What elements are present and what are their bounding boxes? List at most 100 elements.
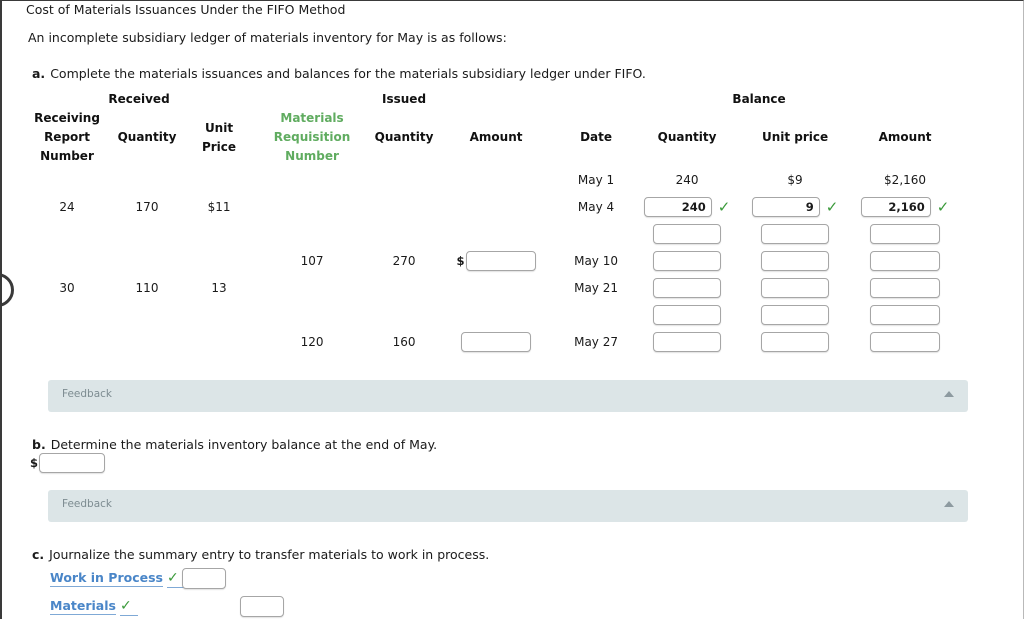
- issued-amount-cell: [448, 301, 544, 328]
- feedback-panel-b[interactable]: Feedback: [48, 490, 968, 522]
- balance-unit-price-input-2[interactable]: [761, 223, 830, 244]
- balance-unit-price-input-4[interactable]: [761, 277, 830, 298]
- col-balance-unit-price: Unit price: [761, 130, 829, 144]
- gap-cell: [544, 247, 558, 274]
- balance-amount-input-4[interactable]: [870, 277, 941, 298]
- col-balance-amount: Amount: [878, 130, 932, 144]
- input-wrap: [761, 223, 830, 244]
- feedback-panel-a[interactable]: Feedback: [48, 380, 968, 412]
- issued-quantity: [360, 166, 448, 193]
- received-quantity: [106, 328, 188, 355]
- check-icon: ✓: [717, 197, 731, 216]
- received-unit-price: $11: [207, 199, 231, 214]
- input-wrap: ✓: [860, 196, 949, 217]
- triangle-up-icon[interactable]: [944, 391, 954, 397]
- materials-ledger-table: Received Issued Balance Receiving Report…: [28, 89, 960, 355]
- col-received-unit-price: Unit Price: [201, 120, 237, 154]
- issued-amount-cell: [448, 274, 544, 301]
- balance-unit-price-cell: [740, 301, 850, 328]
- input-wrap: [870, 250, 941, 271]
- balance-unit-price-cell: [740, 220, 850, 247]
- account-link-work-in-process[interactable]: Work in Process: [50, 570, 163, 587]
- feedback-label: Feedback: [62, 388, 113, 400]
- received-quantity: 170: [135, 199, 159, 214]
- balance-amount-cell: [850, 274, 960, 301]
- balance-quantity-cell: [634, 274, 740, 301]
- balance-quantity-input-2[interactable]: [653, 223, 722, 244]
- issued-amount-input-6[interactable]: [461, 331, 532, 352]
- table-row: 120 160 May 27: [28, 328, 960, 355]
- balance-date: May 1: [577, 172, 615, 187]
- group-header-received: Received: [108, 92, 170, 106]
- balance-amount-input-3[interactable]: [870, 250, 941, 271]
- inventory-balance-answer: $: [30, 453, 106, 473]
- gap-cell: [250, 328, 264, 355]
- balance-amount-input-6[interactable]: [870, 331, 941, 352]
- balance-amount-cell: [850, 247, 960, 274]
- input-wrap: ✓: [751, 196, 839, 217]
- issued-amount-input-3[interactable]: [465, 250, 536, 271]
- received-report-number: 30: [59, 280, 75, 295]
- triangle-up-icon[interactable]: [944, 501, 954, 507]
- balance-unit-price-cell: [740, 247, 850, 274]
- gap-cell: [544, 193, 558, 220]
- col-balance-quantity: Quantity: [657, 130, 717, 144]
- check-icon: ✓: [119, 598, 138, 616]
- input-wrap: [870, 331, 941, 352]
- issued-amount-cell: [448, 193, 544, 220]
- balance-quantity-input-5[interactable]: [653, 304, 722, 325]
- received-unit-price: [188, 220, 250, 247]
- balance-date: May 10: [574, 253, 618, 268]
- input-wrap: [761, 331, 830, 352]
- balance-quantity-input-3[interactable]: [653, 250, 722, 271]
- issued-amount-cell: $: [448, 247, 544, 274]
- issued-requisition-number: [264, 274, 360, 301]
- balance-quantity-input-1[interactable]: [643, 196, 712, 217]
- balance-quantity-cell: ✓: [634, 193, 740, 220]
- journal-debit-input-1[interactable]: [182, 568, 226, 589]
- journal-credit-input-2[interactable]: [240, 596, 284, 617]
- balance-quantity-input-4[interactable]: [653, 277, 722, 298]
- table-row: May 1 240 $9 $2,160: [28, 166, 960, 193]
- group-gap-1: [250, 89, 264, 109]
- received-unit-price: [188, 166, 250, 193]
- issued-amount-wrap: $: [456, 250, 536, 271]
- received-quantity: [106, 166, 188, 193]
- input-wrap: [653, 250, 722, 271]
- balance-amount-input-5[interactable]: [870, 304, 941, 325]
- table-row: [28, 220, 960, 247]
- currency-symbol: $: [456, 253, 465, 268]
- issued-amount-cell: [448, 328, 544, 355]
- group-header-issued: Issued: [382, 92, 427, 106]
- balance-unit-price-input-1[interactable]: [751, 196, 820, 217]
- input-wrap: [870, 223, 941, 244]
- balance-quantity-cell: [634, 328, 740, 355]
- col-issued-amount: Amount: [469, 130, 523, 144]
- balance-amount-input-2[interactable]: [870, 223, 941, 244]
- currency-symbol: $: [30, 456, 39, 470]
- question-b-letter: b.: [32, 437, 46, 452]
- received-report-number: [28, 301, 106, 328]
- balance-unit-price-input-6[interactable]: [761, 331, 830, 352]
- balance-unit-price-input-3[interactable]: [761, 250, 830, 271]
- issued-amount-cell: [448, 220, 544, 247]
- question-a: a. Complete the materials issuances and b…: [32, 65, 646, 83]
- issued-quantity: [360, 274, 448, 301]
- received-report-number: [28, 328, 106, 355]
- received-quantity: 110: [135, 280, 159, 295]
- check-icon: ✓: [825, 197, 839, 216]
- received-report-number: 24: [59, 199, 75, 214]
- balance-date: [558, 220, 634, 247]
- group-gap-2: [544, 89, 558, 109]
- table-row: 30 110 13 May 21: [28, 274, 960, 301]
- balance-quantity-input-6[interactable]: [653, 331, 722, 352]
- question-a-letter: a.: [32, 66, 46, 81]
- balance-unit-price-input-5[interactable]: [761, 304, 830, 325]
- balance-amount-input-1[interactable]: [860, 196, 931, 217]
- inventory-balance-input[interactable]: [39, 453, 106, 473]
- col-received-quantity: Quantity: [117, 130, 177, 144]
- issued-quantity: 160: [392, 334, 416, 349]
- account-link-materials[interactable]: Materials: [50, 598, 116, 615]
- issued-requisition-number: [264, 193, 360, 220]
- gap-cell: [544, 220, 558, 247]
